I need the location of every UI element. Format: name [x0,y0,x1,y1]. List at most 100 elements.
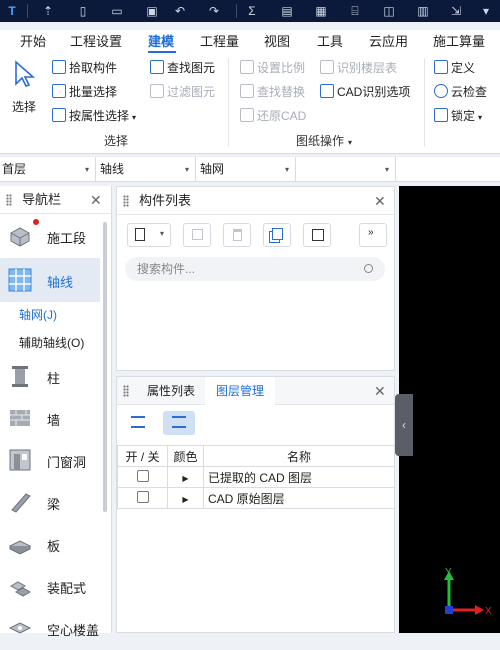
menu-construction-quantity[interactable]: 施工算量 [433,30,485,54]
expand-arrow-icon[interactable]: ▶ [182,495,188,504]
upload-icon[interactable]: ⇡ [40,3,56,19]
menu-cloud[interactable]: 云应用 [369,30,408,54]
save-icon[interactable]: ▣ [144,3,160,19]
export-icon[interactable]: ⇲ [448,3,464,19]
category-dropdown[interactable]: 轴线 ▾ [98,157,196,182]
chevron-down-icon: ▾ [384,165,389,174]
nav-item-hollow-floor[interactable]: 空心楼盖 [0,606,100,650]
cloud-check-icon [434,84,448,98]
nav-item-construction-section[interactable]: 施工段 [0,214,100,258]
nav-scrollbar[interactable] [103,222,107,512]
collapse-panel-handle[interactable]: ‹ [395,394,413,456]
chevron-down-icon: ▾ [184,165,189,174]
open-folder-icon[interactable]: ▭ [109,3,125,19]
tab-attribute-list[interactable]: 属性列表 [147,377,195,405]
menu-project-settings[interactable]: 工程设置 [70,30,122,54]
group-label-drawing[interactable]: 图纸操作 ▾ [296,132,352,149]
cad-identify-options-button[interactable]: CAD识别选项 [320,82,410,102]
menu-quantity[interactable]: 工程量 [200,30,239,54]
table-row[interactable]: ▶ CAD 原始图层 [117,487,395,509]
nav-subitem-aux-axis[interactable]: 辅助轴线(O) [19,334,84,351]
search-icon [364,264,373,273]
pick-component-button[interactable]: 拾取构件 [52,58,117,78]
define-button[interactable]: 定义 [434,58,475,78]
table-row[interactable]: ▶ 已提取的 CAD 图层 [117,466,395,488]
eyedropper-icon [52,60,66,74]
batch-select-button[interactable]: 批量选择 [52,82,117,102]
drag-grip-icon[interactable] [123,385,129,397]
replace-icon [240,84,254,98]
identify-floor-table-button[interactable]: 识别楼层表 [320,58,397,78]
nav-item-door-window[interactable]: 门窗洞 [0,438,100,482]
new-component-button[interactable]: ▾ [127,223,171,247]
ribbon: 选择 拾取构件 批量选择 按属性选择 ▾ 查找图元 过滤图元 选择 设置比例 查找… [0,54,500,154]
title-bar: T ⇡ ▯ ▭ ▣ ↶ ↷ Σ ▤ ▦ ⌸ ◫ ▥ ⇲ ▾ [0,0,500,22]
menu-tools[interactable]: 工具 [317,30,343,54]
column-header-name: 名称 [203,445,395,467]
component-list-header: 构件列表 ✕ [117,187,394,215]
view-icon[interactable]: ◫ [381,3,397,19]
find-replace-button[interactable]: 查找替换 [240,82,305,102]
nav-item-axis[interactable]: 轴线 [0,258,100,302]
cad-icon[interactable]: ⌸ [347,3,363,19]
menu-start[interactable]: 开始 [20,30,46,54]
close-icon[interactable]: ✕ [90,186,102,214]
nav-item-wall[interactable]: 墙 [0,396,100,440]
layer-filter-button[interactable] [163,411,195,435]
drag-grip-icon[interactable] [6,194,12,206]
set-ratio-button[interactable]: 设置比例 [240,58,305,78]
layer-visible-checkbox[interactable] [136,490,149,503]
component-list-panel: 构件列表 ✕ ▾ » 搜索构件... [116,186,395,371]
nav-item-slab[interactable]: 板 [0,522,100,566]
nav-item-beam[interactable]: 梁 [0,480,100,524]
save-component-button[interactable] [303,223,331,247]
chevron-down-icon: ▾ [478,113,483,122]
subtype-dropdown[interactable]: ▾ [298,157,396,182]
tab-layer-management[interactable]: 图层管理 [205,377,275,405]
drag-grip-icon[interactable] [123,195,129,207]
lock-icon [434,108,448,122]
more-icon[interactable]: ▾ [478,3,494,19]
image-icon[interactable]: ▤ [279,3,295,19]
group-label-select: 选择 [104,134,129,148]
nav-item-column[interactable]: 柱 [0,354,100,398]
lock-button[interactable]: 锁定 ▾ [434,106,482,126]
menu-view[interactable]: 视图 [264,30,290,54]
grid-icon[interactable]: ▦ [313,3,329,19]
filter-element-button[interactable]: 过滤图元 [150,82,215,102]
search-component-input[interactable]: 搜索构件... [125,257,385,281]
expand-toolbar-button[interactable]: » [359,223,387,247]
redo-icon[interactable]: ↷ [206,3,222,19]
close-icon[interactable]: ✕ [374,377,386,405]
type-dropdown[interactable]: 轴网 ▾ [198,157,296,182]
beam-icon [11,493,31,513]
cloud-check-button[interactable]: 云检查 [434,82,487,102]
layer-copy-button[interactable] [263,223,291,247]
undo-icon[interactable]: ↶ [172,3,188,19]
close-icon[interactable]: ✕ [374,187,386,215]
restore-cad-button[interactable]: 还原CAD [240,106,306,126]
find-icon [150,60,164,74]
select-button[interactable]: 选择 [8,60,42,116]
select-by-attribute-button[interactable]: 按属性选择 ▾ [52,106,136,126]
film-icon[interactable]: ▥ [415,3,431,19]
find-element-button[interactable]: 查找图元 [150,58,215,78]
layer-toggle-button[interactable] [123,411,153,435]
prefab-icon [9,581,32,597]
drawing-canvas[interactable]: Y X [399,186,500,633]
copy-component-button[interactable] [183,223,211,247]
menu-bar: 开始 工程设置 建模 工程量 视图 工具 云应用 施工算量 [0,30,500,54]
chevron-down-icon: ▾ [348,138,353,147]
new-file-icon[interactable]: ▯ [75,3,91,19]
select-button-label: 选择 [12,100,37,114]
floor-dropdown[interactable]: 首层 ▾ [0,157,96,182]
column-icon [12,366,28,387]
nav-item-prefab[interactable]: 装配式 [0,564,100,608]
layer-visible-checkbox[interactable] [136,469,149,482]
double-chevron-right-icon: » [368,227,374,238]
sum-icon[interactable]: Σ [244,3,260,19]
expand-arrow-icon[interactable]: ▶ [182,474,188,483]
delete-component-button[interactable] [223,223,251,247]
nav-subitem-grid[interactable]: 轴网(J) [19,306,57,323]
column-header-color: 颜色 [167,445,204,467]
